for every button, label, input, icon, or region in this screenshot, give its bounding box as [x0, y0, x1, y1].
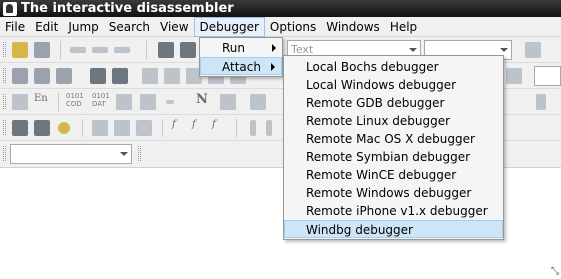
toolbar-grip[interactable] — [3, 68, 6, 83]
resize-arrows-icon[interactable]: ⤡ — [551, 266, 559, 277]
graph-user-icon[interactable] — [136, 120, 152, 136]
forward-arrow-icon[interactable] — [92, 47, 108, 53]
toolbar-separator — [236, 119, 237, 137]
attach-item-windbg[interactable]: Windbg debugger — [284, 220, 503, 238]
function-button[interactable]: f — [172, 119, 176, 130]
segment-icon[interactable] — [12, 68, 28, 84]
toolbar-grip[interactable] — [3, 94, 6, 109]
attach-item-remote-wince[interactable]: Remote WinCE debugger — [284, 166, 503, 184]
offset-icon[interactable] — [250, 94, 266, 110]
font-button[interactable]: En — [34, 93, 48, 104]
debugger-menu-item-run[interactable]: Run — [200, 39, 282, 57]
segment-combo[interactable] — [534, 66, 561, 86]
menu-edit[interactable]: Edit — [30, 17, 63, 37]
menu-search[interactable]: Search — [104, 17, 155, 37]
debugger-menu-item-attach[interactable]: Attach — [200, 57, 282, 75]
text-mode-icon[interactable] — [506, 68, 522, 84]
attach-item-local-bochs[interactable]: Local Bochs debugger — [284, 58, 503, 76]
play-icon[interactable] — [250, 120, 256, 136]
back-arrow-icon[interactable] — [70, 47, 86, 53]
menu-help[interactable]: Help — [385, 17, 422, 37]
save-icon[interactable] — [34, 42, 50, 58]
menu-view[interactable]: View — [155, 17, 193, 37]
menu-jump[interactable]: Jump — [63, 17, 103, 37]
gear-icon[interactable] — [58, 122, 70, 134]
toolbar-separator — [60, 41, 61, 59]
bytes-dat-button[interactable]: 0101 DAT — [92, 92, 114, 108]
attach-item-remote-iphone[interactable]: Remote iPhone v1.x debugger — [284, 202, 503, 220]
toolbar-grip[interactable] — [3, 42, 6, 57]
chevron-down-icon[interactable] — [500, 48, 508, 52]
graph-xrefs-icon[interactable] — [114, 120, 130, 136]
comment-icon[interactable] — [536, 94, 546, 110]
brush-icon[interactable] — [525, 42, 541, 58]
attach-item-remote-macosx[interactable]: Remote Mac OS X debugger — [284, 130, 503, 148]
address-combo[interactable] — [10, 144, 132, 164]
toolbar-separator — [146, 41, 147, 59]
debugger-menu: Run Attach — [199, 37, 283, 77]
binoculars-icon[interactable] — [158, 42, 174, 58]
page-icon[interactable] — [34, 68, 50, 84]
menu-options[interactable]: Options — [265, 17, 321, 37]
graph-icon[interactable] — [92, 120, 108, 136]
hex-view-icon[interactable] — [142, 68, 158, 84]
function-end-button[interactable]: f — [212, 119, 216, 130]
submenu-arrow-icon — [271, 63, 275, 71]
toolbar-grip[interactable] — [3, 120, 6, 135]
attach-item-remote-linux[interactable]: Remote Linux debugger — [284, 112, 503, 130]
chevron-down-icon[interactable] — [409, 48, 417, 52]
attach-item-local-windows[interactable]: Local Windows debugger — [284, 76, 503, 94]
pause-icon[interactable] — [266, 120, 272, 136]
attach-submenu: Local Bochs debugger Local Windows debug… — [283, 55, 504, 240]
name-button[interactable]: N — [196, 92, 208, 107]
title-bar: The interactive disassembler — [0, 0, 561, 17]
attach-item-remote-windows[interactable]: Remote Windows debugger — [284, 184, 503, 202]
toolbar-grip[interactable] — [3, 146, 6, 161]
toolbar-separator — [82, 119, 83, 137]
attach-item-remote-symbian[interactable]: Remote Symbian debugger — [284, 148, 503, 166]
cross-ref-icon[interactable] — [164, 68, 180, 84]
function-edit-button[interactable]: f — [192, 119, 196, 130]
submenu-arrow-icon — [272, 44, 276, 52]
menu-windows[interactable]: Windows — [321, 17, 385, 37]
toolbar-separator — [162, 119, 163, 137]
menu-debugger[interactable]: Debugger — [193, 16, 265, 37]
menu-item-label: Run — [222, 41, 246, 55]
chevron-down-icon[interactable] — [120, 152, 128, 156]
attach-item-remote-gdb[interactable]: Remote GDB debugger — [284, 94, 503, 112]
notepad-icon[interactable] — [34, 120, 50, 136]
menu-bar: File Edit Jump Search View Debugger Opti… — [0, 16, 561, 37]
menu-file[interactable]: File — [0, 17, 30, 37]
anchor-icon[interactable] — [12, 94, 28, 110]
enum-icon[interactable] — [112, 68, 128, 84]
calculator-icon[interactable] — [12, 120, 28, 136]
menu-item-label: Attach — [222, 60, 261, 74]
string-icon[interactable] — [140, 94, 156, 110]
struct-icon[interactable] — [90, 68, 106, 84]
binoculars-next-icon[interactable] — [180, 42, 196, 58]
window-title: The interactive disassembler — [21, 1, 234, 16]
bytes-ref-icon[interactable] — [116, 94, 132, 110]
undefine-icon[interactable] — [220, 94, 236, 110]
toolbar-grip[interactable] — [138, 146, 141, 161]
open-folder-icon[interactable] — [12, 42, 28, 58]
dropdown-arrow-icon[interactable] — [114, 47, 130, 53]
toolbar-separator — [58, 93, 59, 111]
bytes-cod-button[interactable]: 0101 COD — [66, 92, 88, 108]
minus-icon[interactable] — [166, 100, 174, 104]
ida-app-icon — [3, 1, 17, 16]
stack-icon[interactable] — [56, 68, 72, 84]
